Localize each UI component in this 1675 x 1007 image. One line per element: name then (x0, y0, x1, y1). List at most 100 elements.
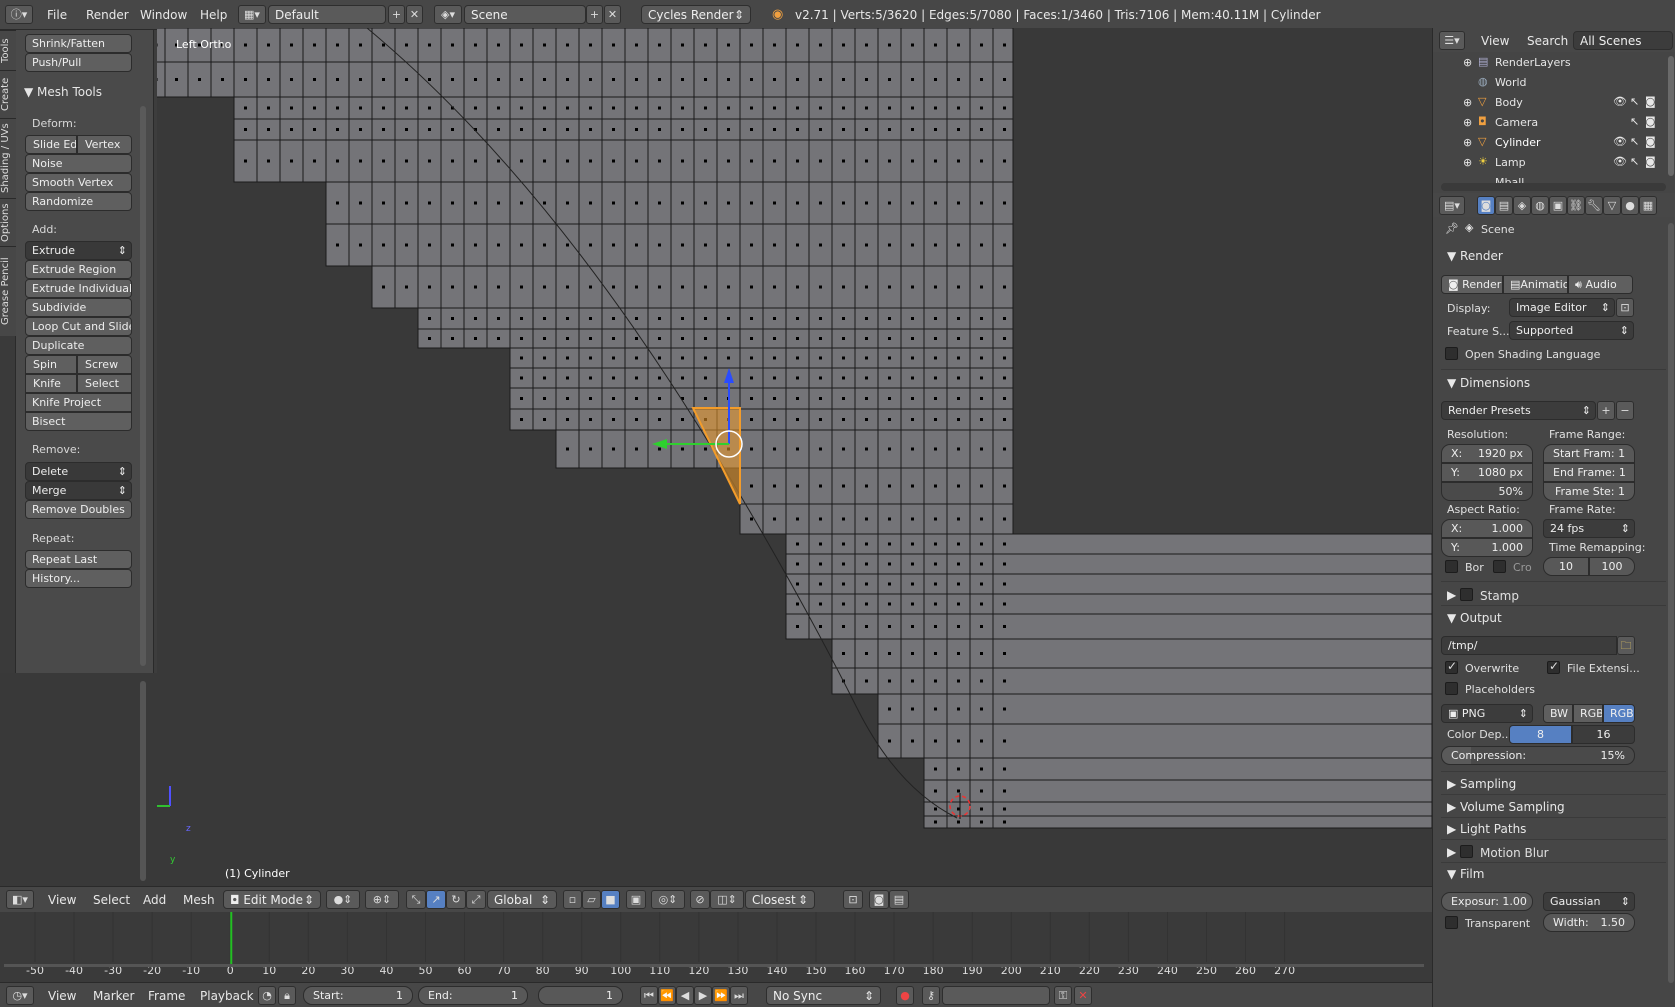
outliner-row-camera[interactable]: ⊕ ◘ Camera ↖ ◙ (1433, 112, 1657, 132)
translate-icon[interactable]: ↗ (426, 890, 446, 909)
remove-doubles-button[interactable]: Remove Doubles (25, 500, 132, 519)
prev-key-icon[interactable]: ⏪ (658, 986, 676, 1005)
mesh-tools-header[interactable]: ▼ Mesh Tools (24, 85, 102, 99)
render-camera-icon[interactable]: ◙ (1645, 95, 1656, 108)
timeline-ruler[interactable]: -50 -40 -30 -20 -10 0 10 20 30 40 50 60 70 80 90 100 110… (0, 912, 1432, 982)
layout-field[interactable]: Default (268, 5, 386, 24)
slide-edge-button[interactable]: Slide Ed (25, 135, 77, 154)
exposure-field[interactable]: Exposur: 1.00 (1441, 892, 1533, 911)
manipulator-toggle-icon[interactable]: ⤡ (406, 890, 426, 909)
light-paths-section-header[interactable]: ▶ Light Paths (1447, 822, 1526, 836)
rgba-button[interactable]: RGBA (1603, 704, 1635, 723)
visibility-eye-icon[interactable]: 👁︎ (1613, 155, 1627, 168)
outliner-row-renderlayers[interactable]: ⊕ ▤ RenderLayers (1433, 52, 1657, 72)
pivot-icon[interactable]: ⊕⇕ (365, 890, 399, 909)
menu-marker[interactable]: Marker (93, 989, 134, 1003)
render-section-header[interactable]: ▼ Render (1447, 249, 1503, 263)
randomize-button[interactable]: Randomize (25, 192, 132, 211)
properties-editor-icon[interactable]: ▤▾ (1439, 196, 1465, 215)
scale-icon[interactable]: ⤢ (466, 890, 486, 909)
tab-shading-uvs[interactable]: Shading / UVs (0, 118, 16, 198)
outliner-row-cylinder[interactable]: ⊕ ▽ Cylinder 👁︎ ↖ ◙ (1433, 132, 1657, 152)
vertex-select-icon[interactable]: ▫ (563, 890, 582, 909)
subdivide-button[interactable]: Subdivide (25, 298, 132, 317)
outliner-row-lamp[interactable]: ⊕ ☀ Lamp 👁︎ ↖ ◙ (1433, 152, 1657, 172)
merge-menu[interactable]: Merge ⇕ (25, 481, 132, 500)
render-camera-icon[interactable]: ◙ (1645, 155, 1656, 168)
render-anim-icon[interactable]: ▤ (889, 890, 909, 909)
stamp-section-header[interactable]: ▶ (1447, 588, 1456, 602)
crop-checkbox[interactable] (1493, 560, 1506, 573)
outliner-row-world[interactable]: ◍ World (1433, 72, 1657, 92)
data-tab-icon[interactable]: ▽ (1603, 196, 1621, 215)
push-pull-button[interactable]: Push/Pull (25, 53, 132, 72)
menu-file[interactable]: File (47, 8, 67, 22)
remap-new-field[interactable]: 100 (1589, 557, 1635, 576)
remove-scene-icon[interactable]: ✕ (604, 5, 621, 24)
delete-key-icon[interactable]: ✕ (1074, 986, 1092, 1005)
depth-8-button[interactable]: 8 (1509, 725, 1572, 744)
placeholders-checkbox[interactable] (1445, 682, 1458, 695)
visibility-eye-icon[interactable]: 👁︎ (1613, 135, 1627, 148)
menu-select[interactable]: Select (93, 893, 130, 907)
insert-key-icon[interactable]: ⚿ (1054, 986, 1072, 1005)
knife-select-button[interactable]: Select (77, 374, 132, 393)
render-presets-select[interactable]: Render Presets ⇕ (1441, 401, 1596, 420)
knife-button[interactable]: Knife (25, 374, 77, 393)
lock-icon[interactable]: 🔒︎ (278, 986, 296, 1005)
tab-grease-pencil[interactable]: Grease Pencil (0, 246, 16, 336)
sync-select[interactable]: No Sync ⇕ (766, 986, 881, 1005)
select-arrow-icon[interactable]: ↖ (1630, 155, 1639, 168)
sampling-section-header[interactable]: ▶ Sampling (1447, 777, 1516, 791)
play-icon[interactable]: ▶ (694, 986, 712, 1005)
menu-window[interactable]: Window (140, 8, 187, 22)
render-icon[interactable]: ◙ (869, 890, 889, 909)
record-icon[interactable]: ● (896, 986, 914, 1005)
render-camera-icon[interactable]: ◙ (1645, 135, 1656, 148)
duplicate-button[interactable]: Duplicate (25, 336, 132, 355)
rotate-icon[interactable]: ↻ (446, 890, 466, 909)
current-frame-field[interactable]: 1 (538, 986, 623, 1005)
scene-icon[interactable]: ◈▾ (434, 5, 462, 24)
menu-render[interactable]: Render (86, 8, 129, 22)
display-select[interactable]: Image Editor ⇕ (1509, 298, 1615, 317)
extrude-region-button[interactable]: Extrude Region (25, 260, 132, 279)
outliner-scrollbar[interactable] (1668, 56, 1674, 176)
history-button[interactable]: History... (25, 569, 132, 588)
file-ext-checkbox[interactable] (1547, 659, 1560, 674)
film-section-header[interactable]: ▼ Film (1447, 867, 1484, 881)
3d-viewport[interactable]: Left Ortho (1) Cylinder y z (157, 28, 1432, 886)
knife-project-button[interactable]: Knife Project (25, 393, 132, 412)
output-section-header[interactable]: ▼ Output (1447, 611, 1502, 625)
snap-element-icon[interactable]: ◫⇕ (710, 890, 744, 909)
stamp-checkbox[interactable] (1460, 588, 1473, 601)
screw-button[interactable]: Screw (77, 355, 132, 374)
render-layers-tab-icon[interactable]: ▤ (1495, 196, 1513, 215)
outliner-row-body[interactable]: ⊕ ▽ Body 👁︎ ↖ ◙ (1433, 92, 1657, 112)
keying-set-field[interactable] (942, 986, 1050, 1005)
filter-width-field[interactable]: Width: 1.50 (1543, 913, 1635, 932)
smooth-vertex-button[interactable]: Smooth Vertex (25, 173, 132, 192)
start-frame-prop[interactable]: Start Fram: 1 (1543, 444, 1635, 463)
end-frame-prop[interactable]: End Frame: 1 (1543, 463, 1635, 482)
remove-layout-icon[interactable]: ✕ (406, 5, 423, 24)
aspect-x-field[interactable]: X: 1.000 (1441, 519, 1533, 538)
timeline-hscrollbar[interactable] (4, 964, 1424, 967)
lock-interface-icon[interactable]: ⊡ (1616, 298, 1634, 317)
menu-view[interactable]: View (48, 893, 76, 907)
menu-mesh[interactable]: Mesh (183, 893, 215, 907)
texture-tab-icon[interactable]: ▦ (1639, 196, 1657, 215)
next-key-icon[interactable]: ⏩ (712, 986, 730, 1005)
remap-old-field[interactable]: 10 (1543, 557, 1589, 576)
shading-icon[interactable]: ●⇕ (326, 890, 360, 909)
jump-end-icon[interactable]: ⏭ (730, 986, 748, 1005)
extrude-individual-button[interactable]: Extrude Individual (25, 279, 132, 298)
timeline[interactable]: -50 -40 -30 -20 -10 0 10 20 30 40 50 60 70 80 90 100 110… (0, 912, 1432, 982)
render-image-button[interactable]: ◙ Render (1441, 275, 1503, 294)
scene-field[interactable]: Scene (464, 5, 586, 24)
timeline-editor-icon[interactable]: ◷▾ (6, 986, 34, 1005)
outliner-hscroll[interactable] (1441, 183, 1666, 191)
properties-scrollbar[interactable] (1668, 223, 1674, 983)
loop-cut-button[interactable]: Loop Cut and Slide (25, 317, 132, 336)
viewport-scrollbar[interactable] (140, 681, 146, 881)
